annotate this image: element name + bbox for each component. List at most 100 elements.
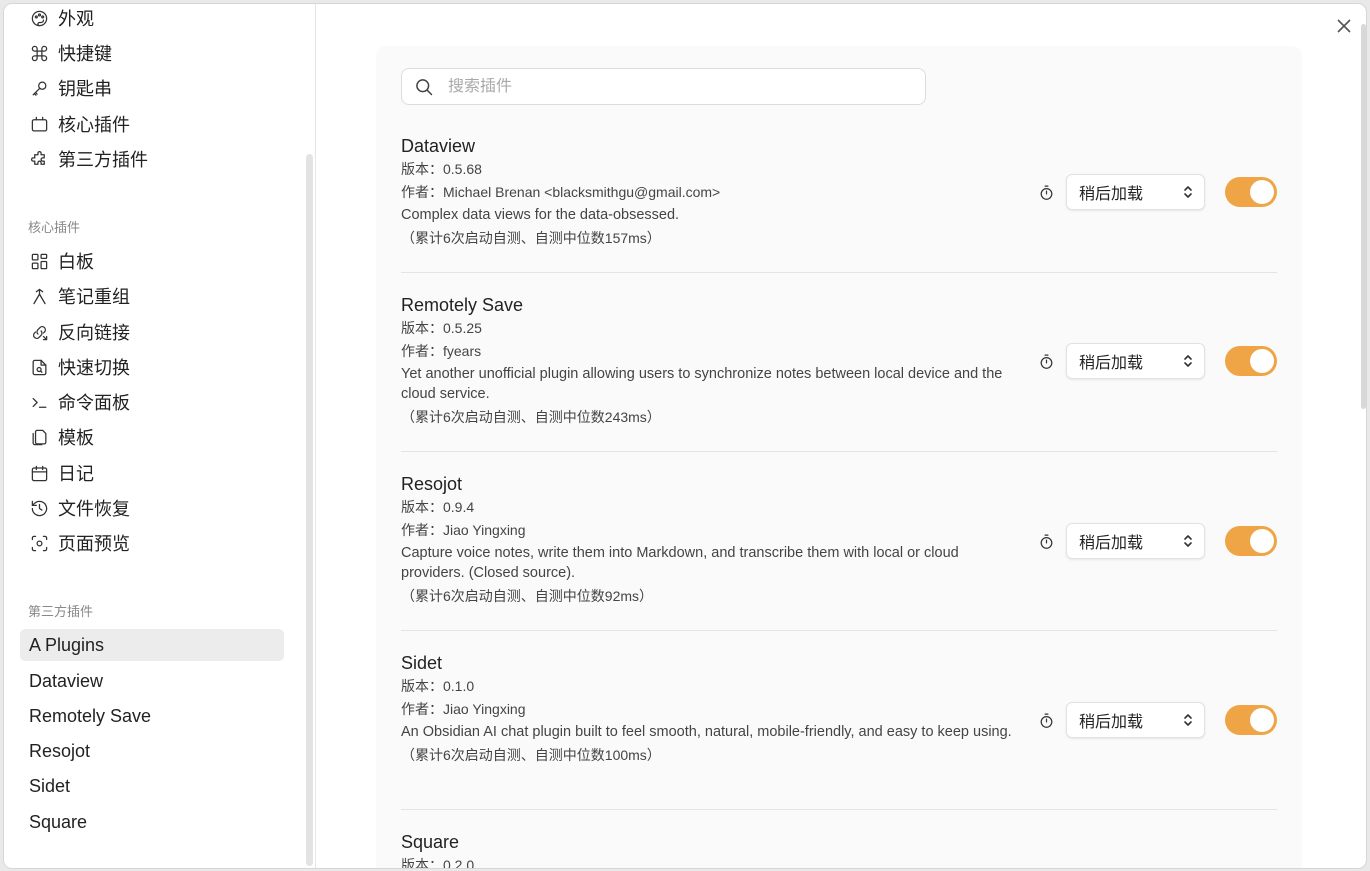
- sidebar-item-quick-switcher[interactable]: 快速切换: [20, 351, 284, 383]
- sidebar-item-page-preview[interactable]: 页面预览: [20, 527, 284, 559]
- command-icon: [28, 42, 50, 64]
- sidebar-item-label: 页面预览: [58, 534, 130, 554]
- sidebar-item-label: 笔记重组: [58, 287, 130, 307]
- plugin-controls: 稍后加载: [1036, 523, 1277, 559]
- sidebar-item-keychain[interactable]: 钥匙串: [20, 72, 284, 104]
- sidebar-item-label: 快速切换: [58, 358, 130, 378]
- core-plugin-icon: [28, 113, 50, 135]
- sidebar-item-sidet[interactable]: Sidet: [20, 770, 284, 802]
- plugin-startup-stat: （累计6次启动自测、自测中位数157ms）: [401, 230, 661, 246]
- plugin-startup-stat: （累计6次启动自测、自测中位数92ms）: [401, 588, 654, 604]
- sidebar-item-note-composer[interactable]: 笔记重组: [20, 280, 284, 312]
- divider: [401, 630, 1277, 631]
- layout-dashboard-icon: [28, 250, 50, 272]
- chevron-up-down-icon: [1184, 535, 1192, 547]
- plugin-enable-toggle[interactable]: [1225, 177, 1277, 207]
- plugin-controls: 稍后加载: [1036, 343, 1277, 379]
- plugin-version: 版本：0.5.25: [401, 320, 482, 336]
- sidebar-item-resojot[interactable]: Resojot: [20, 735, 284, 767]
- plugin-list-panel: Dataview 版本：0.5.68 作者：Michael Brenan <bl…: [376, 46, 1302, 868]
- chevron-up-down-icon: [1184, 714, 1192, 726]
- sidebar-item-label: Dataview: [29, 670, 104, 691]
- divider: [401, 272, 1277, 273]
- plugin-item-square: Square 版本：0.2.0: [401, 830, 1277, 868]
- plugin-item-sidet: Sidet 版本：0.1.0 作者：Jiao Yingxing An Obsid…: [401, 651, 1277, 810]
- plugin-name: Resojot: [401, 474, 463, 494]
- plugin-enable-toggle[interactable]: [1225, 705, 1277, 735]
- sidebar-item-command-palette[interactable]: 命令面板: [20, 386, 284, 418]
- plugin-item-resojot: Resojot 版本：0.9.4 作者：Jiao Yingxing Captur…: [401, 472, 1277, 631]
- plugin-enable-toggle[interactable]: [1225, 526, 1277, 556]
- sidebar-item-label: Sidet: [29, 775, 71, 796]
- sidebar-item-label: 钥匙串: [58, 79, 112, 99]
- close-icon: [1337, 19, 1351, 33]
- calendar-icon: [28, 462, 50, 484]
- puzzle-icon: [28, 148, 50, 170]
- plugin-search-box[interactable]: [401, 68, 926, 105]
- sidebar-item-core-plugins[interactable]: 核心插件: [20, 108, 284, 140]
- sidebar-item-hotkeys[interactable]: 快捷键: [20, 37, 284, 69]
- settings-sidebar: 外观 快捷键 钥匙串 核心插件 第三方插件 核心插件 白板 笔记重组 反向链接 …: [4, 4, 316, 868]
- files-icon: [28, 426, 50, 448]
- sidebar-item-remotely-save[interactable]: Remotely Save: [20, 700, 284, 732]
- sidebar-item-label: 日记: [58, 464, 94, 484]
- sidebar-item-label: 反向链接: [58, 323, 130, 343]
- search-input[interactable]: [448, 77, 868, 96]
- sidebar-item-dataview[interactable]: Dataview: [20, 665, 284, 697]
- sidebar-scrollbar[interactable]: [306, 154, 313, 866]
- plugin-enable-toggle[interactable]: [1225, 346, 1277, 376]
- load-mode-value: 稍后加载: [1079, 714, 1144, 731]
- sidebar-item-square[interactable]: Square: [20, 806, 284, 838]
- plugin-name: Remotely Save: [401, 295, 524, 315]
- plugin-description: Capture voice notes, write them into Mar…: [401, 545, 959, 581]
- chevron-up-down-icon: [1184, 355, 1192, 367]
- divider: [401, 809, 1277, 810]
- load-mode-value: 稍后加载: [1079, 535, 1144, 552]
- load-mode-dropdown[interactable]: 稍后加载: [1066, 702, 1205, 738]
- load-mode-value: 稍后加载: [1079, 355, 1144, 372]
- load-mode-dropdown[interactable]: 稍后加载: [1066, 343, 1205, 379]
- close-button[interactable]: [1332, 14, 1356, 38]
- plugin-controls: 稍后加载: [1036, 702, 1277, 738]
- plugin-name: Dataview: [401, 136, 476, 156]
- sidebar-item-label: Square: [29, 811, 88, 832]
- sidebar-item-appearance[interactable]: 外观: [20, 4, 284, 34]
- toggle-knob: [1250, 180, 1274, 204]
- sidebar-item-community-plugins[interactable]: 第三方插件: [20, 143, 284, 175]
- sidebar-item-label: 模板: [58, 428, 94, 448]
- sidebar-item-label: 核心插件: [58, 115, 130, 135]
- sidebar-item-a-plugins[interactable]: A Plugins: [20, 629, 284, 661]
- merge-icon: [28, 285, 50, 307]
- sidebar-item-label: A Plugins: [29, 634, 105, 655]
- terminal-icon: [28, 391, 50, 413]
- sidebar-item-backlinks[interactable]: 反向链接: [20, 316, 284, 348]
- load-mode-dropdown[interactable]: 稍后加载: [1066, 174, 1205, 210]
- sidebar-item-label: 外观: [58, 9, 94, 29]
- toggle-knob: [1250, 349, 1274, 373]
- chevron-up-down-icon: [1184, 186, 1192, 198]
- plugin-version: 版本：0.2.0: [401, 857, 475, 868]
- plugin-controls: 稍后加载: [1036, 174, 1277, 210]
- sidebar-item-label: 快捷键: [58, 44, 112, 64]
- sidebar-item-daily-notes[interactable]: 日记: [20, 457, 284, 489]
- sidebar-item-label: Resojot: [29, 740, 91, 761]
- load-mode-dropdown[interactable]: 稍后加载: [1066, 523, 1205, 559]
- key-icon: [28, 77, 50, 99]
- plugin-startup-stat: （累计6次启动自测、自测中位数100ms）: [401, 747, 661, 763]
- plugin-item-remotely-save: Remotely Save 版本：0.5.25 作者：fyears Yet an…: [401, 293, 1277, 452]
- search-icon: [416, 78, 433, 95]
- timer-icon: [1036, 531, 1056, 551]
- file-search-icon: [28, 356, 50, 378]
- sidebar-item-file-recovery[interactable]: 文件恢复: [20, 492, 284, 524]
- toggle-knob: [1250, 708, 1274, 732]
- scan-eye-icon: [28, 532, 50, 554]
- plugin-name: Square: [401, 832, 460, 852]
- sidebar-item-label: 第三方插件: [58, 150, 148, 170]
- plugin-description: Complex data views for the data-obsessed…: [401, 207, 680, 223]
- backlink-icon: [28, 321, 50, 343]
- sidebar-item-templates[interactable]: 模板: [20, 421, 284, 453]
- content-scrollbar[interactable]: [1361, 24, 1366, 409]
- plugin-description: Yet another unofficial plugin allowing u…: [401, 366, 1003, 402]
- sidebar-item-canvas[interactable]: 白板: [20, 245, 284, 277]
- history-icon: [28, 497, 50, 519]
